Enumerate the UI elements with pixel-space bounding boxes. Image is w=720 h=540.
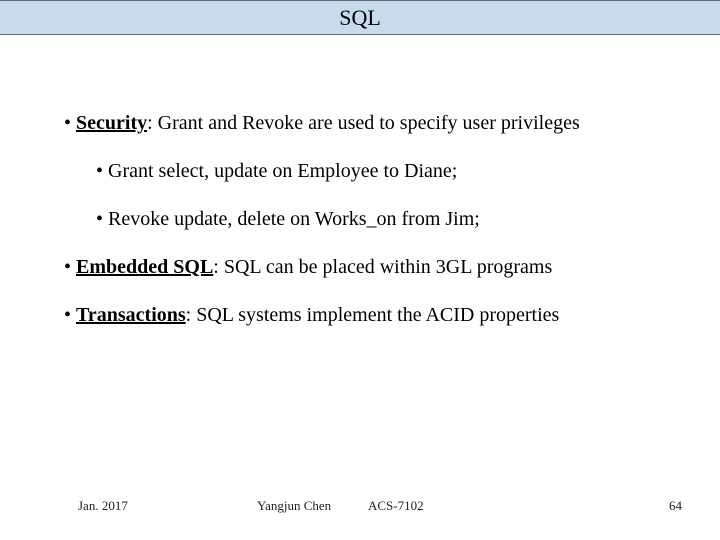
slide-title: SQL bbox=[0, 0, 720, 35]
slide-footer: Jan. 2017 Yangjun Chen ACS-7102 64 bbox=[0, 498, 720, 518]
slide-body: • Security: Grant and Revoke are used to… bbox=[64, 110, 664, 350]
bullet-grant-text: Grant select, update on Employee to Dian… bbox=[108, 160, 457, 182]
bullet-embedded-term: Embedded SQL bbox=[76, 256, 213, 278]
bullet-embedded-text: : SQL can be placed within 3GL programs bbox=[213, 256, 552, 278]
footer-date: Jan. 2017 bbox=[78, 498, 128, 514]
bullet-security-term: Security bbox=[76, 112, 147, 134]
bullet-revoke-example: • Revoke update, delete on Works_on from… bbox=[96, 206, 664, 232]
footer-course: ACS-7102 bbox=[368, 498, 424, 514]
bullet-revoke-text: Revoke update, delete on Works_on from J… bbox=[108, 208, 480, 230]
bullet-security-text: : Grant and Revoke are used to specify u… bbox=[147, 112, 580, 134]
bullet-transactions-term: Transactions bbox=[76, 304, 186, 326]
bullet-transactions-text: : SQL systems implement the ACID propert… bbox=[186, 304, 560, 326]
footer-author: Yangjun Chen bbox=[257, 498, 331, 514]
bullet-embedded-sql: • Embedded SQL: SQL can be placed within… bbox=[64, 254, 664, 280]
bullet-security: • Security: Grant and Revoke are used to… bbox=[64, 110, 664, 136]
bullet-grant-example: • Grant select, update on Employee to Di… bbox=[96, 158, 664, 184]
footer-page: 64 bbox=[669, 498, 682, 514]
bullet-transactions: • Transactions: SQL systems implement th… bbox=[64, 302, 664, 328]
